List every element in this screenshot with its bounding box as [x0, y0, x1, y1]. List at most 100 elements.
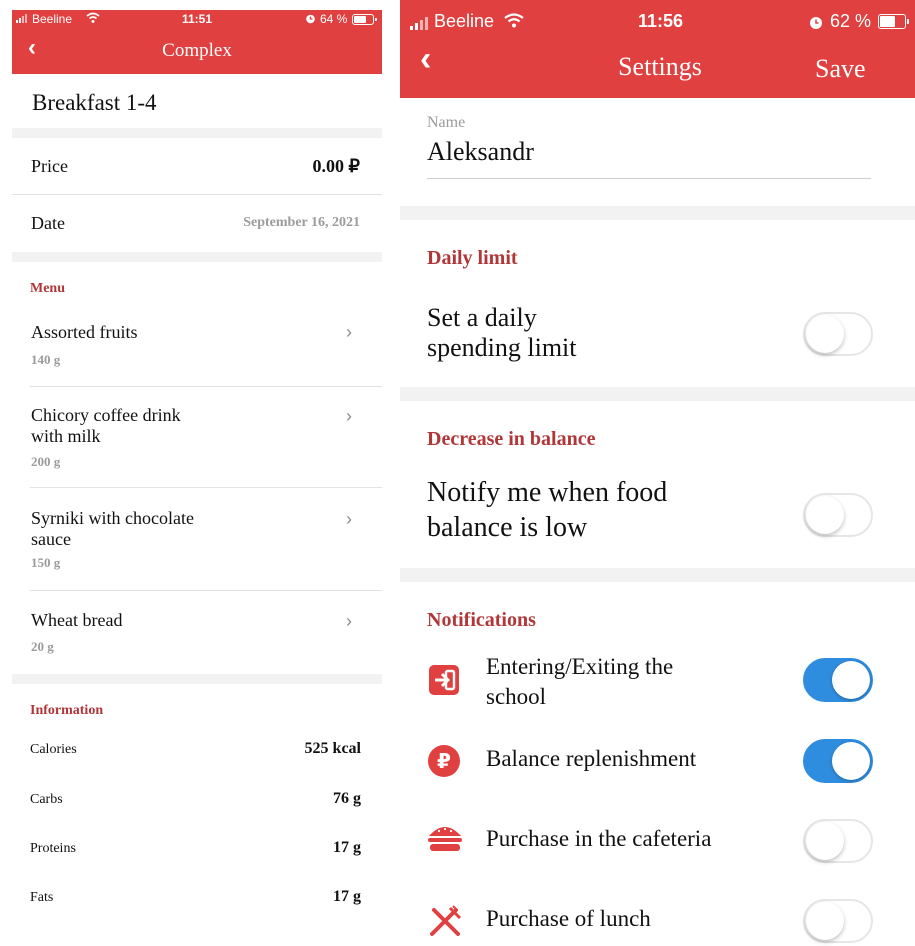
information-heading: Information [30, 703, 104, 718]
battery-percent: 64 % [320, 12, 348, 26]
entering-exiting-toggle[interactable] [803, 658, 873, 702]
menu-item-name-cont: sauce [31, 529, 71, 549]
menu-heading: Menu [30, 281, 65, 296]
left-screen: Beeline 11:51 64 % ‹ Complex Breakfast 1… [12, 0, 382, 932]
menu-item[interactable]: Chicory coffee drink with milk 200 g › [12, 386, 382, 487]
clock-time: 11:51 [182, 12, 213, 26]
notifications-heading: Notifications [427, 609, 536, 631]
page-title: Complex [162, 40, 232, 61]
name-field-underline [427, 178, 871, 179]
complex-name: Breakfast 1-4 [32, 90, 157, 115]
notification-label: Balance replenishment [486, 746, 697, 771]
daily-limit-line: spending limit [427, 333, 577, 362]
balance-replenishment-toggle[interactable] [803, 739, 873, 783]
menu-item-name: Chicory coffee drink [31, 405, 181, 425]
date-label: Date [31, 213, 65, 233]
menu-item-weight: 200 g [31, 454, 61, 469]
info-value: 17 g [333, 839, 361, 856]
battery-icon [878, 14, 909, 29]
chevron-right-icon: › [346, 322, 352, 342]
toggle-knob [806, 315, 844, 353]
price-value: 0.00 ₽ [312, 156, 360, 176]
menu-item-name: Wheat bread [31, 610, 123, 630]
divider [12, 194, 382, 195]
toggle-knob [806, 496, 844, 534]
notification-label-cont: school [486, 684, 547, 709]
enter-exit-icon [428, 664, 460, 701]
daily-limit-toggle[interactable] [803, 312, 873, 356]
separator [400, 206, 915, 220]
burger-icon [427, 824, 463, 859]
menu-item[interactable]: Syrniki with chocolate sauce 150 g › [12, 487, 382, 590]
battery-fill [880, 16, 895, 27]
info-label: Calories [30, 742, 77, 757]
menu-item-name: Assorted fruits [31, 322, 138, 342]
info-row: Calories 525 kcal [12, 730, 382, 770]
clock-time: 11:56 [638, 11, 684, 31]
menu-item[interactable]: Wheat bread 20 g › [12, 590, 382, 674]
notification-item: Purchase in the cafeteria [400, 816, 915, 866]
daily-limit-label: Set a daily spending limit [427, 303, 577, 363]
separator [12, 252, 382, 262]
notification-label: Purchase in the cafeteria [486, 826, 712, 851]
ruble-icon: ₽ [427, 744, 461, 783]
notification-label: Entering/Exiting the [486, 654, 674, 679]
save-button[interactable]: Save [815, 54, 866, 84]
toggle-knob [806, 902, 844, 940]
info-value: 17 g [333, 888, 361, 905]
lunch-purchase-toggle[interactable] [803, 899, 873, 943]
info-label: Proteins [30, 841, 76, 856]
toggle-knob [832, 661, 870, 699]
menu-item[interactable]: Assorted fruits 140 g › [12, 310, 382, 386]
daily-limit-line: Set a daily [427, 303, 537, 332]
info-row: Proteins 17 g [12, 829, 382, 869]
daily-limit-heading: Daily limit [427, 247, 518, 269]
info-label: Carbs [30, 792, 63, 807]
carrier-label: Beeline [434, 11, 495, 31]
menu-item-name-cont: with milk [31, 426, 101, 446]
battery-icon [352, 14, 377, 25]
cafeteria-purchase-toggle[interactable] [803, 819, 873, 863]
signal-icon [16, 13, 30, 23]
battery-fill [354, 16, 366, 23]
toggle-knob [806, 822, 844, 860]
notification-item: ₽ Balance replenishment [400, 736, 915, 786]
menu-item-weight: 20 g [31, 639, 54, 654]
notification-item: Purchase of lunch [400, 896, 915, 946]
chevron-right-icon: › [346, 406, 352, 426]
decrease-balance-line: balance is low [427, 512, 588, 543]
separator [400, 387, 915, 401]
signal-icon [410, 15, 430, 36]
status-bar: Beeline 11:51 64 % [12, 10, 382, 30]
battery-nub [907, 18, 909, 25]
notification-label: Purchase of lunch [486, 906, 651, 931]
menu-item-name: Syrniki with chocolate [31, 508, 194, 528]
svg-text:₽: ₽ [437, 749, 451, 773]
menu-item-weight: 140 g [31, 352, 61, 367]
alarm-icon [808, 14, 824, 35]
menu-item-weight: 150 g [31, 555, 61, 570]
name-label: Name [427, 114, 466, 131]
chevron-right-icon: › [346, 611, 352, 631]
wifi-icon [504, 13, 524, 34]
notification-item: Entering/Exiting the school [400, 652, 915, 714]
decrease-balance-toggle[interactable] [803, 493, 873, 537]
decrease-balance-line: Notify me when food [427, 477, 668, 508]
date-value: September 16, 2021 [243, 215, 360, 230]
info-row: Carbs 76 g [12, 780, 382, 820]
chevron-right-icon: › [346, 509, 352, 529]
separator [12, 128, 382, 138]
toggle-knob [832, 742, 870, 780]
info-row: Fats 17 g [12, 878, 382, 918]
wifi-icon [86, 12, 100, 27]
info-value: 525 kcal [304, 740, 361, 757]
status-bar: Beeline 11:56 62 % [400, 10, 915, 36]
battery-percent: 62 % [830, 11, 872, 31]
info-label: Fats [30, 890, 54, 905]
separator [12, 674, 382, 684]
cutlery-icon [428, 904, 462, 943]
right-screen: Beeline 11:56 62 % ‹ Settings Save Name … [400, 0, 915, 943]
decrease-balance-heading: Decrease in balance [427, 428, 596, 450]
name-field[interactable]: Aleksandr [427, 137, 871, 167]
separator [400, 568, 915, 582]
